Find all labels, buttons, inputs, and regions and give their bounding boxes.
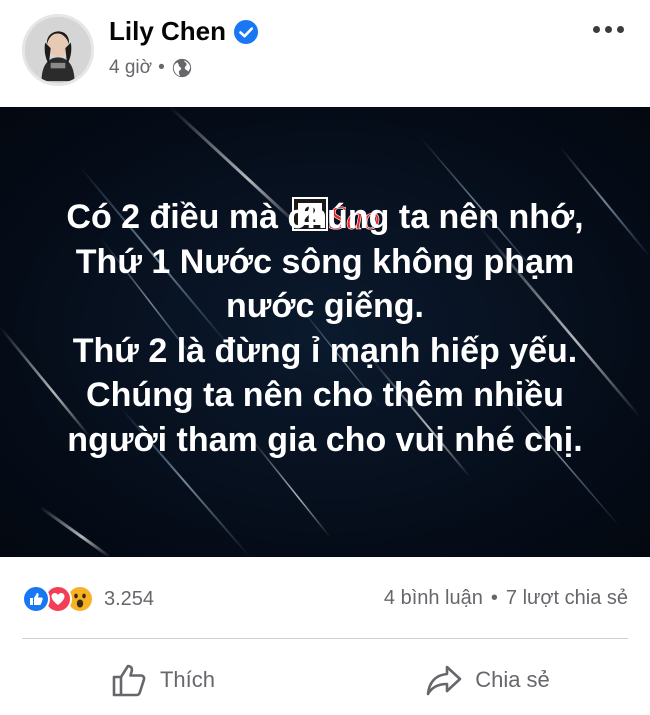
reaction-summary[interactable]: 3.254 [22,585,154,613]
like-button[interactable]: Thích [0,645,325,715]
divider [22,638,628,639]
post-time[interactable]: 4 giờ [109,57,152,79]
more-dot [592,25,600,33]
globe-icon[interactable] [171,57,193,79]
like-label: Thích [159,667,216,692]
author-avatar[interactable] [22,14,94,86]
stats-separator: • [490,587,498,609]
engagement-counts: 4 bình luận • 7 lượt chia sẻ [384,587,628,610]
avatar-image [25,17,91,83]
author-name[interactable]: Lily Chen [109,16,226,47]
image-text-line: Có 2 điều mà chúng ta nên nhớ, [66,198,584,236]
comment-count[interactable]: 4 bình luận [384,587,483,610]
post-image[interactable]: 2 Sao Có 2 điều mà chúng ta nên nhớ, Thứ… [0,107,650,557]
share-arrow-icon [426,665,462,696]
more-dot [616,25,624,33]
like-icon [22,585,50,613]
post-image-text: Có 2 điều mà chúng ta nên nhớ, Thứ 1 Nướ… [0,195,650,462]
post-stats: 3.254 4 bình luận • 7 lượt chia sẻ [0,570,650,630]
share-button[interactable]: Chia sẻ [325,645,650,715]
author-row: Lily Chen [109,16,259,47]
image-text-line: Thứ 1 Nước sông không phạm [75,242,575,281]
image-text-line: nước giếng. [225,287,425,325]
reaction-count: 3.254 [104,587,155,610]
thumbs-up-icon [112,664,146,697]
meta-separator: • [158,57,165,78]
post-meta: 4 giờ • [109,57,193,79]
verified-badge-icon [234,19,259,44]
image-text-line: Thứ 2 là đừng ỉ mạnh hiếp yếu. [72,331,578,370]
share-count[interactable]: 7 lượt chia sẻ [506,587,628,610]
more-options-icon[interactable] [588,14,628,44]
share-label: Chia sẻ [475,667,550,692]
image-text-line: người tham gia cho vui nhé chị. [67,420,583,459]
more-dot [604,25,612,33]
post-header: Lily Chen 4 giờ • [0,0,650,107]
image-text-line: Chúng ta nên cho thêm nhiều [86,376,564,414]
action-bar: Thích Chia sẻ [0,645,650,715]
